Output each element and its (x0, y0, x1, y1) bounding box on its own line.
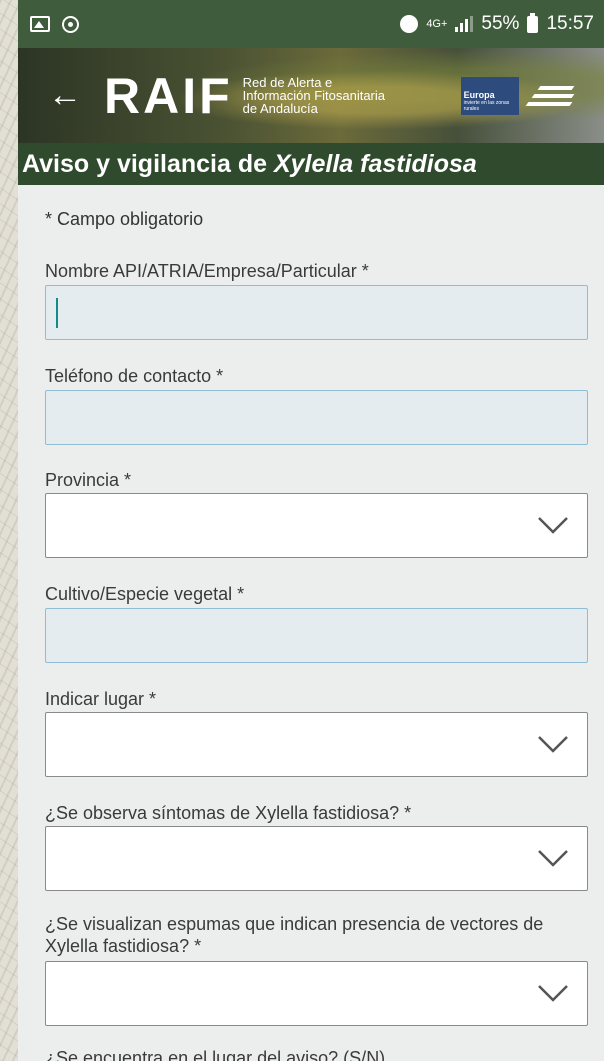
telefono-input[interactable] (45, 390, 588, 445)
lugar-select[interactable] (45, 712, 588, 777)
subtitle-line: de Andalucía (242, 101, 318, 116)
chevron-down-icon (538, 985, 568, 1002)
field-label-nombre: Nombre API/ATRIA/Empresa/Particular * (45, 261, 369, 281)
nombre-input[interactable] (45, 285, 588, 340)
gallery-icon (30, 16, 50, 32)
app-screen: 4G+ 55% 15:57 ← RAIF Red de Alerta e Inf… (18, 0, 604, 1061)
field-label-en-lugar: ¿Se encuentra en el lugar del aviso? (S/… (45, 1048, 386, 1061)
title-prefix: Aviso y vigilancia de (22, 150, 274, 178)
alarm-icon (400, 15, 419, 33)
field-label-provincia: Provincia * (45, 470, 132, 490)
chevron-down-icon (538, 736, 568, 753)
rural-development-logo (525, 78, 577, 114)
eu-badge: Europa invierte en las zonas rurales (460, 76, 577, 115)
field-label-sintomas: ¿Se observa síntomas de Xylella fastidio… (45, 803, 412, 823)
sintomas-select[interactable] (45, 826, 588, 891)
signal-icon (455, 16, 474, 32)
raif-logo: RAIF (104, 67, 233, 124)
logo-subtitle: Red de Alerta e Información Fitosanitari… (243, 76, 433, 115)
clock: 15:57 (546, 13, 594, 34)
arrow-left-icon: ← (48, 76, 82, 114)
status-bar: 4G+ 55% 15:57 (18, 0, 604, 48)
field-label-lugar: Indicar lugar * (45, 689, 157, 709)
sync-icon (62, 15, 79, 33)
title-species: Xylella fastidiosa (273, 150, 477, 178)
page-title: Aviso y vigilancia de Xylella fastidiosa (18, 143, 604, 185)
eu-label: Europa (463, 89, 495, 100)
eu-flag: Europa invierte en las zonas rurales (460, 76, 519, 115)
network-type: 4G+ (426, 17, 448, 30)
espumas-select[interactable] (45, 961, 588, 1026)
field-label-cultivo: Cultivo/Especie vegetal * (45, 584, 245, 604)
battery-icon (527, 12, 539, 33)
eu-tagline: invierte en las zonas rurales (463, 99, 510, 112)
battery-percent: 55% (481, 13, 520, 34)
required-note: * Campo obligatorio (45, 209, 204, 229)
field-label-espumas: ¿Se visualizan espumas que indican prese… (45, 914, 544, 956)
provincia-select[interactable] (45, 493, 588, 558)
cultivo-input[interactable] (45, 608, 588, 663)
back-button[interactable]: ← (40, 71, 90, 121)
chevron-down-icon (538, 517, 568, 534)
field-label-telefono: Teléfono de contacto * (45, 366, 224, 386)
app-header: ← RAIF Red de Alerta e Información Fitos… (18, 48, 604, 143)
chevron-down-icon (538, 850, 568, 867)
